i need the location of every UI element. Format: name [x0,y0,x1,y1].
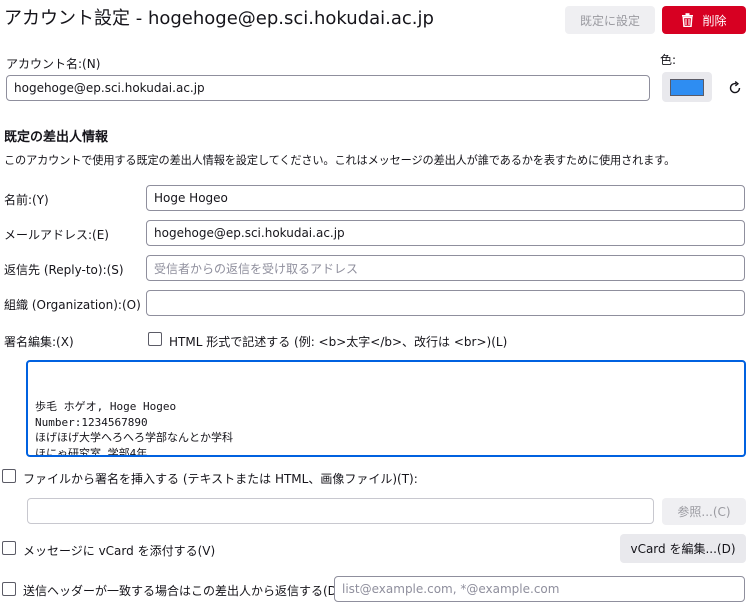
color-picker-button[interactable] [662,72,712,102]
organization-input[interactable] [146,290,745,316]
reply-from-input[interactable]: list@example.com, *@example.com [334,576,745,602]
html-signature-checkbox[interactable] [148,332,162,346]
edit-vcard-label: vCard を編集...(D) [630,542,736,556]
reply-to-input[interactable]: 受信者からの返信を受け取るアドレス [146,255,745,281]
html-signature-checkbox-label[interactable]: HTML 形式で記述する (例: <b>太字</b>、改行は <br>)(L) [169,333,507,350]
signature-textarea[interactable]: 歩毛 ホゲオ, Hoge Hogeo Number:1234567890 ほげほ… [26,360,746,457]
set-default-button[interactable]: 既定に設定 [565,6,655,34]
edit-vcard-button[interactable]: vCard を編集...(D) [620,534,746,563]
set-default-label: 既定に設定 [579,13,640,28]
reply-from-checkbox[interactable] [2,582,16,596]
name-label: 名前:(Y) [4,193,49,207]
account-name-input[interactable]: hogehoge@ep.sci.hokudai.ac.jp [6,75,650,101]
signature-file-checkbox[interactable] [2,469,16,483]
delete-label: 削除 [702,13,727,28]
color-swatch [670,78,704,96]
vcard-checkbox[interactable] [2,541,16,555]
signature-file-checkbox-label[interactable]: ファイルから署名を挿入する (テキストまたは HTML、画像ファイル)(T): [23,470,418,487]
organization-label: 組織 (Organization):(O) [4,298,141,312]
signature-label: 署名編集:(X) [4,335,74,349]
email-label: メールアドレス:(E) [4,228,109,242]
resize-grip-icon[interactable] [732,443,742,453]
vcard-checkbox-label[interactable]: メッセージに vCard を添付する(V) [23,542,215,559]
reply-from-checkbox-label[interactable]: 送信ヘッダーが一致する場合はこの差出人から返信する(D): [23,582,346,599]
email-input[interactable]: hogehoge@ep.sci.hokudai.ac.jp [146,220,745,246]
signature-text: 歩毛 ホゲオ, Hoge Hogeo Number:1234567890 ほげほ… [35,400,233,457]
color-label: 色: [660,53,677,67]
identity-section-title: 既定の差出人情報 [4,130,109,145]
trash-icon [681,13,694,27]
identity-description: このアカウントで使用する既定の差出人情報を設定してください。これはメッセージの差… [4,154,676,167]
reset-color-icon[interactable] [727,80,743,96]
browse-label: 参照...(C) [677,505,731,519]
name-input[interactable]: Hoge Hogeo [146,185,745,211]
browse-button[interactable]: 参照...(C) [662,498,746,525]
signature-file-input[interactable] [27,498,654,524]
account-name-label: アカウント名:(N) [6,57,101,71]
delete-button[interactable]: 削除 [662,6,746,34]
reply-to-label: 返信先 (Reply-to):(S) [4,263,124,277]
page-title: アカウント設定 - hogehoge@ep.sci.hokudai.ac.jp [4,8,434,29]
